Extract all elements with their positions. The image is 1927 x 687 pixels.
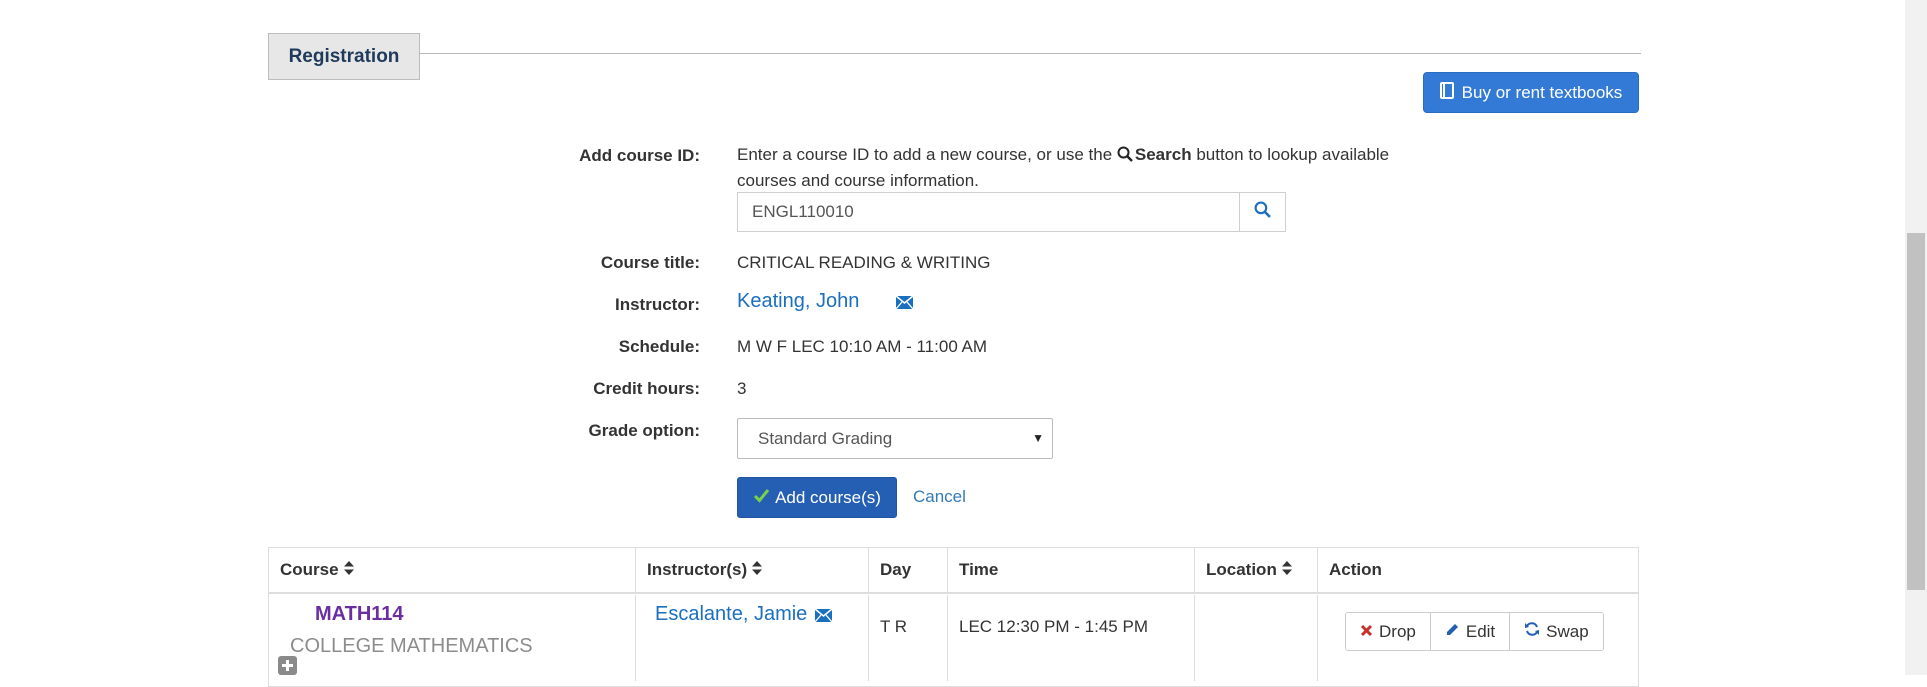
instructor-label: Instructor: <box>615 295 700 314</box>
registration-tab[interactable]: Registration <box>268 33 420 80</box>
buy-textbooks-label: Buy or rent textbooks <box>1461 82 1623 102</box>
cancel-link[interactable]: Cancel <box>913 487 966 507</box>
schedule-value: M W F LEC 10:10 AM - 11:00 AM <box>737 337 988 356</box>
sort-icon <box>343 560 354 580</box>
registration-page: Registration Buy or rent textbooks Add c… <box>0 0 1927 687</box>
header-location[interactable]: Location <box>1195 548 1318 592</box>
course-code-link[interactable]: MATH114 <box>315 603 404 626</box>
sort-icon <box>752 560 763 580</box>
header-action-label: Action <box>1329 560 1382 579</box>
drop-label: Drop <box>1379 621 1416 641</box>
registration-tab-label: Registration <box>288 45 400 67</box>
email-icon[interactable] <box>814 608 833 627</box>
table-header-row: Course Instructor(s) Day Time Location A… <box>269 548 1638 594</box>
sort-icon <box>1281 560 1292 580</box>
grade-option-select[interactable]: Standard Grading ▼ <box>737 418 1053 459</box>
add-course-help-text: Enter a course ID to add a new course, o… <box>737 143 1437 193</box>
header-day: Day <box>869 548 948 592</box>
header-course-label: Course <box>280 560 339 579</box>
edit-label: Edit <box>1465 621 1496 641</box>
section-divider <box>420 53 1641 54</box>
edit-button[interactable]: Edit <box>1430 613 1511 650</box>
cell-instructor: Escalante, Jamie <box>636 595 869 681</box>
cell-time: LEC 12:30 PM - 1:45 PM <box>948 595 1195 681</box>
close-icon <box>1360 622 1373 642</box>
schedule-label: Schedule: <box>618 337 700 356</box>
cell-course: MATH114 COLLEGE MATHEMATICS <box>269 595 636 681</box>
checkmark-icon <box>753 488 770 508</box>
course-title-label: Course title: <box>600 253 700 272</box>
search-button[interactable] <box>1239 192 1286 232</box>
header-instructors-label: Instructor(s) <box>647 560 748 579</box>
header-instructors[interactable]: Instructor(s) <box>636 548 869 592</box>
header-day-label: Day <box>880 560 912 579</box>
refresh-icon <box>1524 621 1540 642</box>
course-name: COLLEGE MATHEMATICS <box>290 635 533 657</box>
credit-hours-value: 3 <box>737 379 747 398</box>
row-action-group: Drop Edit Swap <box>1345 612 1604 651</box>
course-title-value: CRITICAL READING & WRITING <box>737 253 991 272</box>
help-text-before: Enter a course ID to add a new course, o… <box>737 145 1113 164</box>
row-day: T R <box>880 617 908 636</box>
header-course[interactable]: Course <box>269 548 636 592</box>
search-icon <box>1117 145 1133 169</box>
grade-option-value: Standard Grading <box>758 428 893 448</box>
row-time: LEC 12:30 PM - 1:45 PM <box>959 617 1148 636</box>
book-icon <box>1439 81 1455 104</box>
course-id-input[interactable] <box>737 192 1240 232</box>
cell-day: T R <box>869 595 948 681</box>
email-icon[interactable] <box>895 295 914 314</box>
cell-location <box>1195 595 1318 681</box>
row-instructor-link[interactable]: Escalante, Jamie <box>655 603 807 626</box>
header-location-label: Location <box>1206 560 1277 579</box>
add-courses-label: Add course(s) <box>775 487 881 507</box>
pencil-icon <box>1445 622 1460 642</box>
scrollbar-thumb[interactable] <box>1907 233 1925 590</box>
header-action: Action <box>1318 548 1638 592</box>
grade-option-label: Grade option: <box>588 421 700 440</box>
buy-textbooks-button[interactable]: Buy or rent textbooks <box>1423 72 1639 113</box>
drop-button[interactable]: Drop <box>1346 613 1431 650</box>
header-time-label: Time <box>959 560 999 579</box>
chevron-down-icon: ▼ <box>1032 431 1044 445</box>
expand-icon[interactable] <box>278 656 297 680</box>
credit-hours-label: Credit hours: <box>593 379 700 398</box>
help-text-search: Search <box>1134 145 1192 164</box>
instructor-link[interactable]: Keating, John <box>737 290 859 313</box>
swap-label: Swap <box>1546 621 1589 641</box>
add-course-label: Add course ID: <box>579 146 700 165</box>
add-courses-button[interactable]: Add course(s) <box>737 477 897 518</box>
header-time: Time <box>948 548 1195 592</box>
search-icon <box>1254 201 1271 223</box>
swap-button[interactable]: Swap <box>1510 613 1603 650</box>
